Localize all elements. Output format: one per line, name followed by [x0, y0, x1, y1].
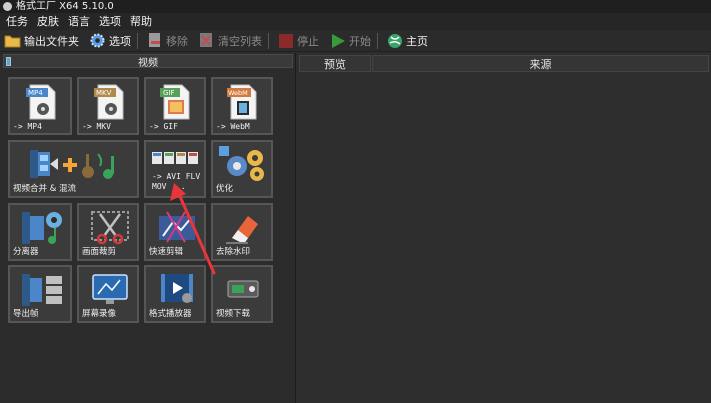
- monitor-icon: [92, 274, 128, 304]
- tile-label: 分离器: [13, 247, 39, 257]
- tile-label: -> WebM: [216, 122, 250, 131]
- optimize-gears-icon: [219, 146, 264, 181]
- multi-format-icon: [152, 152, 198, 164]
- tile-format-player[interactable]: 格式播放器: [144, 265, 206, 323]
- tile-crop[interactable]: 画面裁剪: [77, 203, 139, 261]
- menu-skin[interactable]: 皮肤: [37, 13, 59, 30]
- app-logo-icon: [3, 2, 12, 11]
- play-icon: [329, 32, 346, 49]
- file-list-panel: 预览 来源: [297, 53, 711, 403]
- player-icon: [161, 274, 193, 303]
- tile-to-gif[interactable]: GIF -> GIF: [144, 77, 206, 135]
- splitter-icon: [22, 212, 62, 244]
- tile-label: 去除水印: [216, 247, 251, 257]
- tile-quick-clip[interactable]: 快速剪辑: [144, 203, 206, 261]
- tile-label: 视频合并 & 混流: [13, 184, 77, 194]
- stop-icon: [277, 32, 294, 49]
- collapse-icon[interactable]: [6, 57, 11, 66]
- menu-options[interactable]: 选项: [99, 13, 121, 30]
- tile-label: 快速剪辑: [149, 247, 184, 257]
- tile-label: 导出帧: [13, 309, 39, 319]
- mkv-file-icon: MKV: [94, 84, 124, 120]
- gif-file-icon: GIF: [160, 84, 190, 120]
- tile-to-webm[interactable]: WebM -> WebM: [211, 77, 273, 135]
- tile-splitter[interactable]: 分离器: [8, 203, 72, 261]
- folder-icon: [4, 32, 21, 49]
- tile-to-avi-flv-mov[interactable]: -> AVI FLV MOV ...: [144, 140, 206, 198]
- export-frames-icon: [22, 274, 62, 306]
- toolbar-separator: [137, 32, 138, 49]
- start-button[interactable]: 开始: [329, 31, 371, 51]
- column-header-preview[interactable]: 预览: [299, 55, 371, 72]
- tile-label: 画面裁剪: [82, 247, 117, 257]
- toolbar-separator: [377, 32, 378, 49]
- tile-video-merge-mux[interactable]: 视频合并 & 混流: [8, 140, 139, 198]
- gear-icon: [89, 32, 106, 49]
- svg-text:GIF: GIF: [163, 89, 175, 97]
- svg-text:WebM: WebM: [228, 89, 248, 97]
- clear-list-button[interactable]: 清空列表: [198, 31, 262, 51]
- tile-label: -> MP4: [13, 122, 42, 131]
- stop-button[interactable]: 停止: [277, 31, 319, 51]
- merge-icon: [30, 150, 114, 179]
- download-icon: [227, 280, 259, 298]
- menu-task[interactable]: 任务: [6, 13, 28, 30]
- home-globe-icon: [386, 32, 403, 49]
- home-button[interactable]: 主页: [386, 31, 428, 51]
- tile-to-mp4[interactable]: MP4 -> MP4: [8, 77, 72, 135]
- tile-label: -> MKV: [82, 122, 111, 131]
- tile-label: 屏幕录像: [82, 309, 117, 319]
- tile-to-mkv[interactable]: MKV -> MKV: [77, 77, 139, 135]
- menu-language[interactable]: 语言: [68, 13, 90, 30]
- tile-export-frames[interactable]: 导出帧: [8, 265, 72, 323]
- menu-bar: 任务 皮肤 语言 选项 帮助: [0, 13, 711, 30]
- output-folder-button[interactable]: 输出文件夹: [4, 31, 79, 51]
- mp4-file-icon: MP4: [26, 84, 56, 120]
- tile-label: -> AVI FLV MOV ...: [152, 172, 201, 191]
- tile-label: 优化: [216, 184, 234, 194]
- panel-header[interactable]: 视频: [3, 54, 293, 69]
- toolbar-separator: [268, 32, 269, 49]
- window-title: 格式工厂 X64 5.10.0: [16, 1, 114, 12]
- clear-x-icon: [198, 32, 215, 49]
- svg-text:MKV: MKV: [96, 89, 112, 97]
- tile-label: 格式播放器: [149, 309, 192, 319]
- tile-label: 视频下载: [216, 309, 251, 319]
- tile-optimize[interactable]: 优化: [211, 140, 273, 198]
- tile-label: -> GIF: [149, 122, 178, 131]
- remove-document-icon: [146, 32, 163, 49]
- eraser-icon: [226, 216, 258, 244]
- svg-text:MP4: MP4: [28, 89, 43, 97]
- panel-title: 视频: [138, 57, 158, 69]
- tile-screen-record[interactable]: 屏幕录像: [77, 265, 139, 323]
- column-header-source[interactable]: 来源: [372, 55, 709, 72]
- title-bar: 格式工厂 X64 5.10.0: [0, 0, 711, 13]
- remove-button[interactable]: 移除: [146, 31, 188, 51]
- tile-remove-watermark[interactable]: 去除水印: [211, 203, 273, 261]
- scissors-crop-icon: [91, 211, 129, 245]
- menu-help[interactable]: 帮助: [130, 13, 152, 30]
- video-tools-panel: 视频 MP4 -> MP4 MKV -> MKV GIF -> GIF WebM…: [0, 53, 296, 403]
- tile-video-download[interactable]: 视频下载: [211, 265, 273, 323]
- options-button[interactable]: 选项: [89, 31, 131, 51]
- toolbar: 输出文件夹 选项 移除 清空列表 停止 开始 主页: [0, 30, 711, 52]
- quick-clip-icon: [159, 211, 195, 243]
- webm-file-icon: WebM: [227, 84, 257, 120]
